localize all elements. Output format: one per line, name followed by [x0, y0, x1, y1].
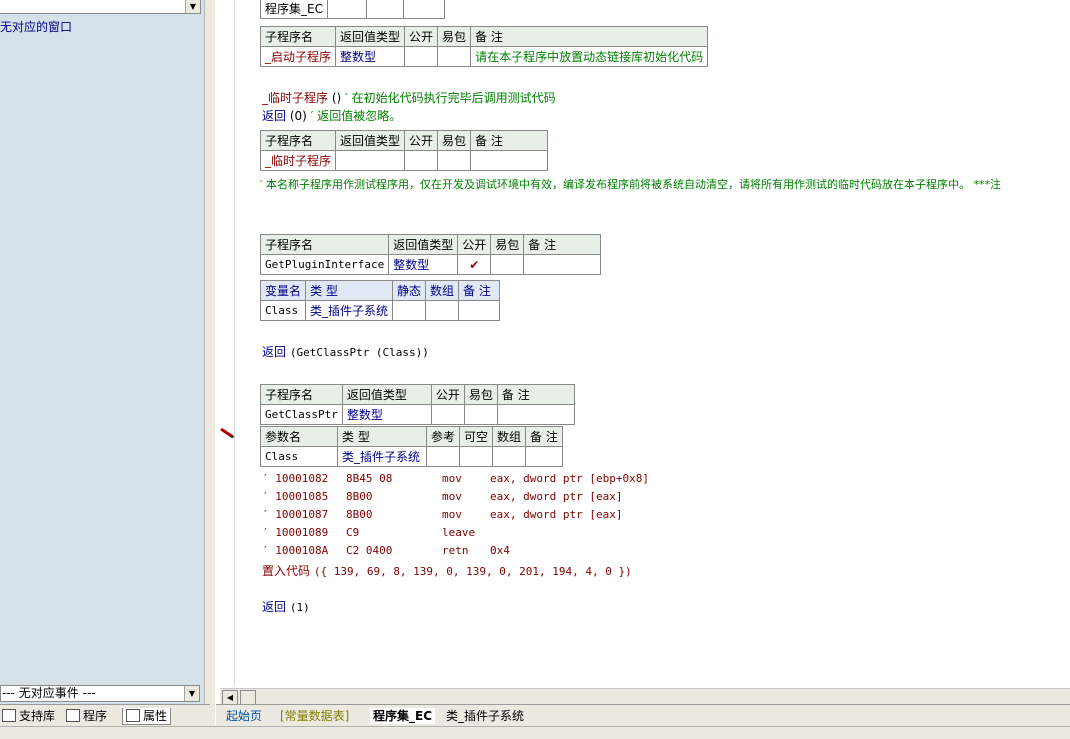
- parameter-table: 参数名 类 型 参考 可空 数组 备 注 Class 类_插件子系统: [260, 426, 563, 467]
- code-comment-long[interactable]: ′ 本名称子程序用作测试程序用，仅在开发及调试环境中有效，编译发布程序前将被系统…: [260, 176, 1001, 192]
- left-tab-bar: 支持库 程序 属性: [0, 704, 210, 727]
- col-easypack: 易包: [437, 26, 472, 47]
- chevron-down-icon[interactable]: ▼: [185, 0, 200, 13]
- public-check-icon[interactable]: ✔: [457, 254, 492, 275]
- public-cell[interactable]: [404, 46, 439, 67]
- variable-type-cell[interactable]: 类_插件子系统: [305, 300, 394, 321]
- document-tab-bar: 起始页 [常量数据表] 程序集_EC 类_插件子系统: [216, 704, 1070, 727]
- chevron-down-icon[interactable]: ▼: [184, 686, 199, 701]
- remark-cell[interactable]: 请在本子程序中放置动态链接库初始化代码: [470, 46, 709, 67]
- code-line-temp-sub[interactable]: _临时子程序 () ′ 在初始化代码执行完毕后调用测试代码: [262, 89, 556, 106]
- easypack-cell[interactable]: [437, 46, 472, 67]
- assembly-name-cell[interactable]: 程序集_EC: [260, 0, 328, 19]
- col-remark: 备 注: [470, 26, 709, 47]
- scroll-thumb[interactable]: [240, 690, 256, 705]
- tab-program[interactable]: 程序: [66, 708, 107, 724]
- sub-table-temp: 子程序名 返回值类型 公开 易包 备 注 _临时子程序: [259, 130, 549, 171]
- panel-splitter[interactable]: [204, 0, 215, 738]
- program-icon: [66, 709, 80, 722]
- code-line-return-0[interactable]: 返回 (0) ′ 返回值被忽略。: [262, 107, 401, 124]
- sub-name-cell[interactable]: _临时子程序: [259, 150, 337, 171]
- variable-name-cell[interactable]: Class: [259, 300, 307, 321]
- left-panel: ▼ 无对应的窗口 --- 无对应事件 --- ▼: [0, 0, 204, 704]
- scroll-left-icon[interactable]: ◀: [222, 690, 238, 705]
- return-type-cell[interactable]: 整数型: [335, 46, 406, 67]
- sub-name-cell[interactable]: _启动子程序: [259, 46, 337, 67]
- col-return-type: 返回值类型: [335, 26, 406, 47]
- tab-constant-table[interactable]: [常量数据表]: [280, 708, 349, 724]
- sub-name-cell[interactable]: GetClassPtr: [260, 404, 343, 425]
- library-icon: [2, 709, 16, 722]
- tab-class-plugin[interactable]: 类_插件子系统: [446, 708, 524, 724]
- event-combo-value: --- 无对应事件 ---: [2, 686, 96, 700]
- code-line-return-getclassptr[interactable]: 返回 (GetClassPtr (Class)): [262, 343, 429, 360]
- editor-gutter[interactable]: [216, 0, 235, 686]
- tab-start-page[interactable]: 起始页: [226, 708, 262, 724]
- code-editor[interactable]: 程序集_EC 子程序名 返回值类型 公开 易包 备 注 _启动子程序 整数型 请…: [236, 0, 1070, 686]
- code-line-embed[interactable]: 置入代码 ({ 139, 69, 8, 139, 0, 139, 0, 201,…: [262, 562, 632, 579]
- tab-assembly-ec[interactable]: 程序集_EC: [370, 708, 436, 724]
- tab-property[interactable]: 属性: [122, 708, 172, 725]
- window-combo[interactable]: ▼: [0, 0, 201, 14]
- property-icon: [126, 709, 140, 722]
- sub-name-cell[interactable]: GetPluginInterface: [259, 254, 390, 275]
- horizontal-scrollbar[interactable]: ◀: [220, 688, 1070, 705]
- sub-table-startup: 子程序名 返回值类型 公开 易包 备 注 _启动子程序 整数型 请在本子程序中放…: [259, 26, 709, 67]
- assembly-table: 程序集_EC: [260, 0, 445, 19]
- event-combo[interactable]: --- 无对应事件 --- ▼: [0, 685, 200, 702]
- param-name-cell[interactable]: Class: [260, 446, 338, 467]
- tab-support-library[interactable]: 支持库: [2, 708, 55, 724]
- sub-table-getplugininterface: 子程序名 返回值类型 公开 易包 备 注 GetPluginInterface …: [259, 234, 602, 275]
- col-public: 公开: [404, 26, 439, 47]
- sub-table-getclassptr: 子程序名 返回值类型 公开 易包 备 注 GetClassPtr 整数型: [260, 384, 575, 425]
- variable-table: 变量名 类 型 静态 数组 备 注 Class 类_插件子系统: [259, 280, 501, 321]
- window-tree-item[interactable]: 无对应的窗口: [0, 18, 72, 35]
- col-sub-name: 子程序名: [259, 26, 337, 47]
- status-bar: [0, 726, 1070, 739]
- breakpoint-pen-icon: [220, 428, 235, 438]
- param-type-cell[interactable]: 类_插件子系统: [337, 446, 427, 467]
- code-line-return-1[interactable]: 返回 (1): [262, 598, 310, 615]
